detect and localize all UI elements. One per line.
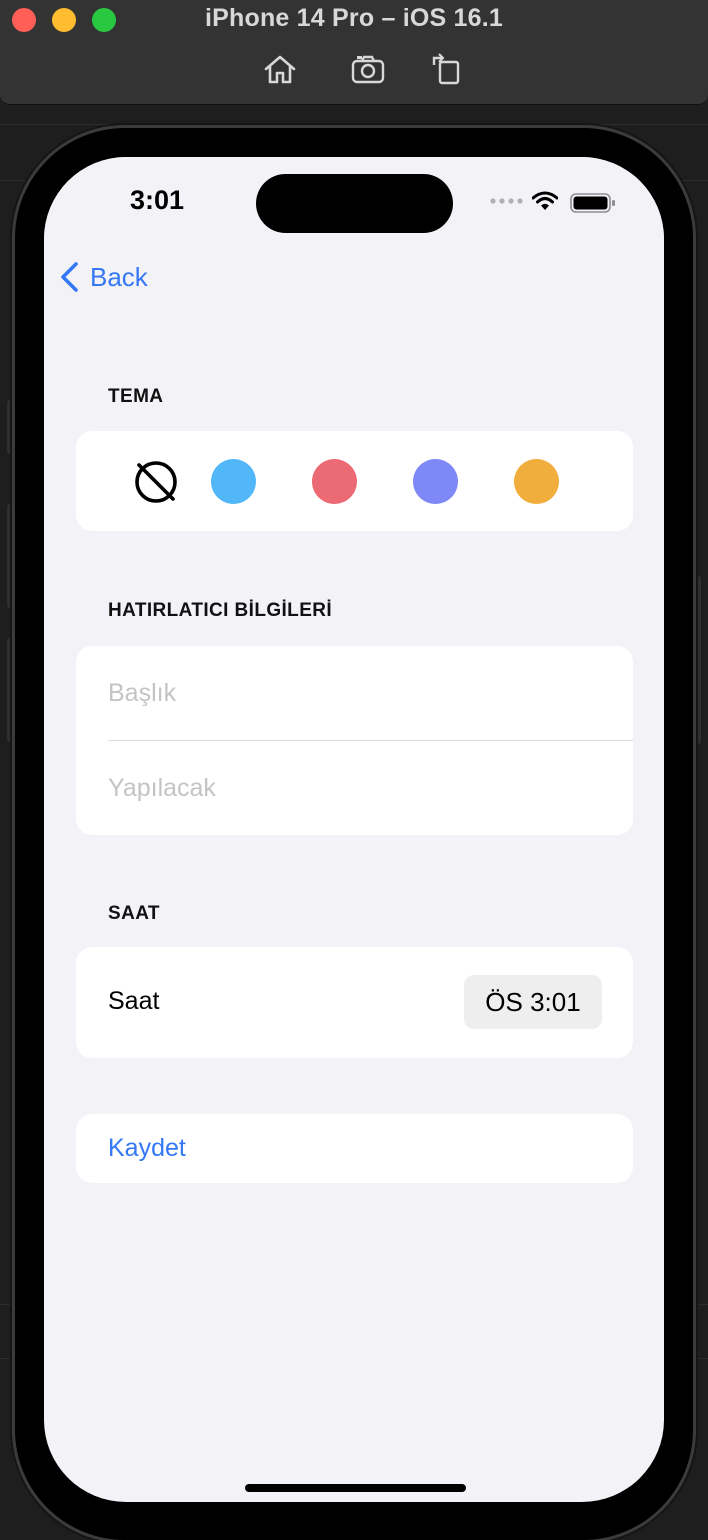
- back-button[interactable]: Back: [58, 259, 148, 295]
- home-icon[interactable]: [262, 52, 298, 86]
- theme-swatch-red[interactable]: [312, 459, 357, 504]
- screenshot-icon[interactable]: [350, 52, 386, 86]
- time-label: Saat: [108, 987, 160, 1015]
- phone-volume-up: [7, 504, 15, 608]
- window-title: iPhone 14 Pro – iOS 16.1: [205, 4, 503, 32]
- time-picker-button[interactable]: ÖS 3:01: [464, 975, 602, 1029]
- reminder-section-header: HATIRLATICI BİLGİLERİ: [108, 600, 333, 621]
- save-card: Kaydet: [76, 1114, 633, 1183]
- battery-icon: [570, 193, 615, 213]
- phone-volume-down: [7, 638, 15, 742]
- phone-side-button: [693, 576, 701, 744]
- time-section-header: SAAT: [108, 903, 160, 924]
- simulator-titlebar: iPhone 14 Pro – iOS 16.1: [0, 0, 708, 105]
- chevron-left-icon: [61, 262, 78, 292]
- reminder-card: Başlık Yapılacak: [76, 646, 633, 835]
- theme-swatch-orange[interactable]: [514, 459, 559, 504]
- todo-field[interactable]: Yapılacak: [108, 774, 216, 803]
- rotate-icon[interactable]: [430, 52, 466, 86]
- back-label: Back: [90, 261, 148, 292]
- theme-section-header: TEMA: [108, 386, 164, 407]
- save-button[interactable]: Kaydet: [108, 1134, 186, 1163]
- theme-card: [76, 431, 633, 531]
- background-divider: [0, 124, 708, 125]
- phone-screen: 3:01 Back TEMA HATIRLATICI BİLGİLERİ Baş…: [44, 157, 664, 1502]
- field-divider: [108, 740, 633, 741]
- wifi-icon: [532, 191, 558, 210]
- time-card: Saat ÖS 3:01: [76, 947, 633, 1058]
- theme-swatch-purple[interactable]: [413, 459, 458, 504]
- home-indicator: [245, 1484, 466, 1492]
- status-time: 3:01: [130, 185, 185, 215]
- phone-mute-switch: [7, 400, 15, 454]
- no-color-icon[interactable]: [132, 458, 180, 506]
- cellular-signal-icon: [490, 198, 523, 204]
- dynamic-island: [256, 174, 453, 233]
- title-field[interactable]: Başlık: [108, 679, 176, 708]
- theme-swatch-blue[interactable]: [211, 459, 256, 504]
